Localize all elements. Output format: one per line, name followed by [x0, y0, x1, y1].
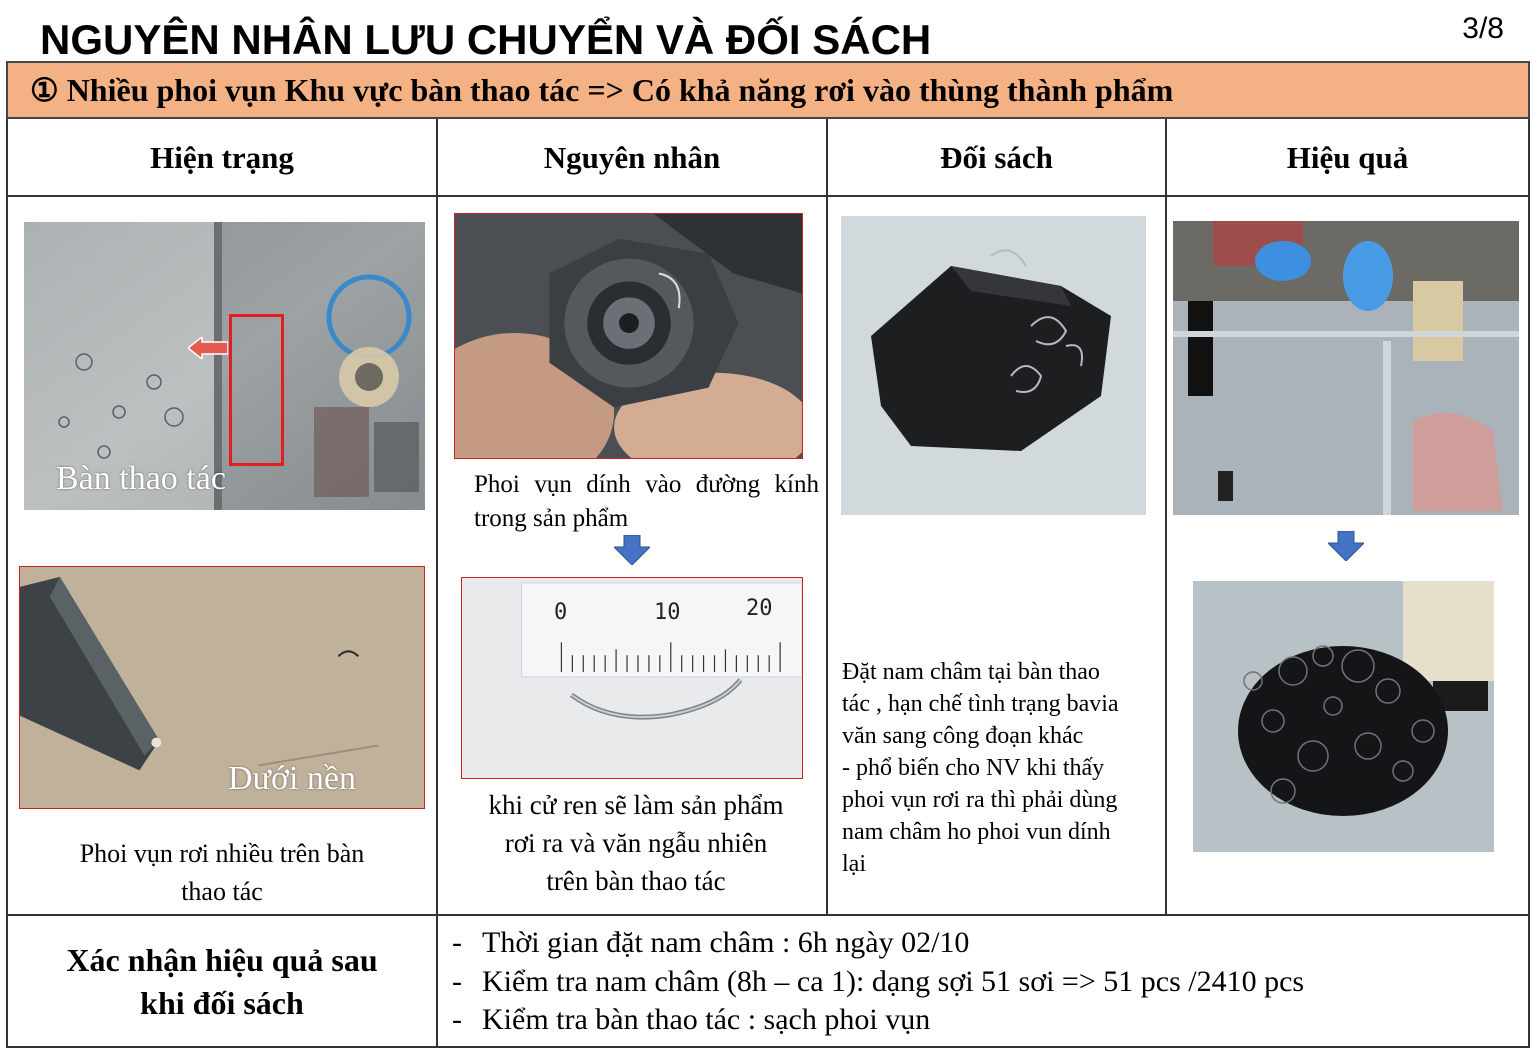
table-border-right [1528, 119, 1530, 1048]
column-divider-3 [1165, 119, 1167, 916]
hien-trang-caption-line1: Phoi vụn rơi nhiều trên bàn [79, 839, 365, 868]
doi-sach-line: văn sang công đoạn khác [842, 723, 1084, 749]
table-border-bottom [6, 1046, 1530, 1048]
product-closeup-photo [454, 213, 803, 459]
ruler-chip-photo: 0 10 20 [461, 577, 803, 779]
column-heading-doi-sach: Đối sách [940, 140, 1053, 175]
column-heading-nguyen-nhan: Nguyên nhân [543, 140, 721, 175]
footer-heading-line2: khi đối sách [140, 985, 304, 1021]
ruler-tick-20: 20 [746, 596, 773, 621]
floor-label: Dưới nền [228, 760, 356, 797]
slide-title: NGUYÊN NHÂN LƯU CHUYỂN VÀ ĐỐI SÁCH [40, 16, 932, 63]
column-divider-1 [436, 119, 438, 1048]
workstation-result-photo [1173, 221, 1519, 515]
nguyen-nhan-caption-line3: trên bàn thao tác [546, 866, 726, 896]
hien-trang-caption: Phoi vụn rơi nhiều trên bàn thao tác [8, 835, 436, 911]
doi-sach-text: Đặt nam châm tại bàn thao tác , hạn chế … [842, 656, 1162, 880]
list-item: - Thời gian đặt nam châm : 6h ngày 02/10 [452, 926, 970, 959]
footer-item-text: Thời gian đặt nam châm : 6h ngày 02/10 [482, 926, 970, 959]
down-arrow-nguyen-nhan [612, 534, 652, 566]
page-number: 3/8 [1462, 12, 1504, 45]
footer-row-divider [6, 914, 1530, 916]
footer-item-text: Kiểm tra nam châm (8h – ca 1): dạng sợi … [482, 964, 1305, 998]
footer-list: - Thời gian đặt nam châm : 6h ngày 02/10 … [452, 924, 1304, 1040]
nguyen-nhan-caption-line2: rơi ra và văn ngẫu nhiên [504, 828, 768, 858]
red-left-arrow [188, 337, 228, 359]
nguyen-nhan-photo1-caption: Phoi vụn dính vào đường kính trong sản p… [474, 468, 819, 536]
doi-sach-line: phoi vụn rơi ra thì phải dùng [842, 787, 1118, 813]
workbench-label: Bàn thao tác [56, 460, 226, 497]
list-item: - Kiểm tra bàn thao tác : sạch phoi vụn [452, 1003, 931, 1036]
workbench-photo: Bàn thao tác [24, 222, 425, 510]
doi-sach-line: nam châm ho phoi vun dính [842, 819, 1111, 845]
doi-sach-line: - phổ biến cho NV khi thấy [842, 755, 1105, 781]
footer-item-text: Kiểm tra bàn thao tác : sạch phoi vụn [482, 1003, 931, 1036]
footer-heading-line1: Xác nhận hiệu quả sau [66, 942, 378, 978]
down-arrow-hieu-qua [1326, 530, 1366, 562]
hien-trang-caption-line2: thao tác [181, 877, 263, 906]
nguyen-nhan-photo1-caption-line1: Phoi vụn dính vào đường kính [474, 471, 819, 498]
floor-photo: Dưới nền [19, 566, 425, 809]
nguyen-nhan-caption: khi cử ren sẽ làm sản phẩm rơi ra và văn… [438, 786, 834, 900]
collected-chips-photo [1193, 581, 1494, 852]
ruler-tick-10: 10 [654, 600, 681, 625]
issue-banner: ① Nhiều phoi vụn Khu vực bàn thao tác =>… [6, 61, 1530, 119]
nguyen-nhan-photo1-caption-line2: trong sản phẩm [474, 505, 629, 532]
doi-sach-line: Đặt nam châm tại bàn thao [842, 659, 1100, 685]
ruler-tick-0: 0 [554, 600, 568, 625]
doi-sach-line: tác , hạn chế tình trạng bavia [842, 691, 1119, 717]
magnet-photo [841, 216, 1146, 515]
highlight-box [229, 314, 284, 466]
nguyen-nhan-caption-line1: khi cử ren sẽ làm sản phẩm [488, 790, 784, 820]
column-heading-hieu-qua: Hiệu quả [1286, 140, 1409, 175]
footer-heading: Xác nhận hiệu quả sau khi đối sách [8, 918, 436, 1046]
list-item: - Kiểm tra nam châm (8h – ca 1): dạng sợi… [452, 964, 1305, 998]
column-heading-hien-trang: Hiện trạng [150, 140, 294, 175]
doi-sach-line: lại [842, 851, 866, 877]
